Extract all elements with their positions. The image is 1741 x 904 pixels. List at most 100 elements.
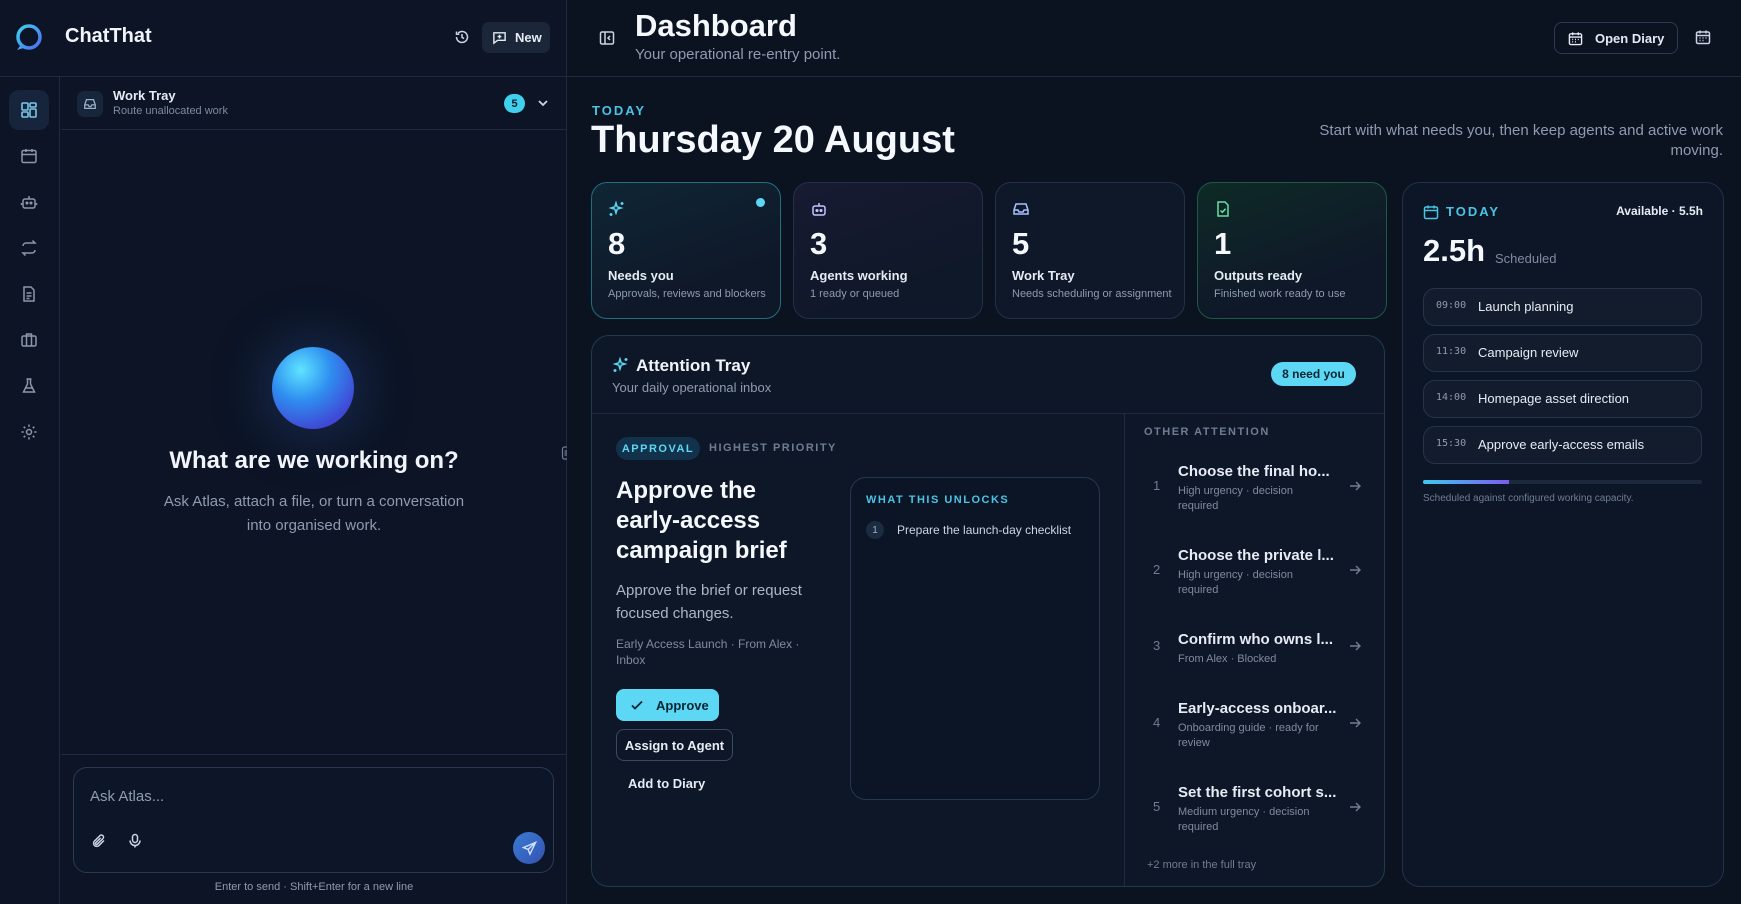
attention-list-item[interactable]: 1 Choose the final ho... High urgency · …: [1144, 463, 1374, 533]
item-meta: Onboarding guide · ready for review: [1178, 722, 1319, 749]
scheduled-hours: 2.5h: [1423, 233, 1486, 268]
arrow-right-icon: [1350, 565, 1361, 575]
attention-list-item[interactable]: 3 Confirm who owns l... From Alex · Bloc…: [1144, 631, 1374, 701]
schedule-slot[interactable]: 15:30 Approve early-access emails: [1423, 426, 1702, 464]
work-tray-selector[interactable]: Work Tray Route unallocated work 5: [61, 77, 567, 130]
item-meta: High urgency · decision required: [1178, 485, 1293, 512]
calendar-icon: [1568, 31, 1583, 45]
page-subtitle: Your operational re-entry point.: [635, 46, 841, 63]
stat-subtext: 1 ready or queued: [810, 288, 900, 300]
item-title: Early-access onboar...: [1178, 700, 1337, 717]
open-diary-button[interactable]: Open Diary: [1554, 22, 1678, 54]
capacity-bar-fill: [1423, 480, 1510, 484]
stat-number: 3: [810, 226, 828, 261]
what-this-unlocks-panel: WHAT THIS UNLOCKS 1 Prepare the launch-d…: [850, 477, 1100, 800]
send-button[interactable]: [513, 832, 545, 864]
calendar-icon[interactable]: [1694, 28, 1712, 46]
approval-badge: APPROVAL: [616, 437, 700, 460]
attention-tray: Attention Tray Your daily operational in…: [591, 335, 1385, 887]
calendar-icon: [1423, 205, 1439, 220]
today-tagline: Start with what needs you, then keep age…: [1319, 122, 1723, 159]
chevron-down-icon[interactable]: [535, 95, 551, 111]
featured-item-meta: Early Access Launch · From Alex · Inbox: [616, 637, 800, 667]
slot-title: Launch planning: [1478, 299, 1574, 314]
slot-time: 11:30: [1436, 346, 1467, 357]
unlock-item: Prepare the launch-day checklist: [897, 523, 1072, 537]
slot-title: Campaign review: [1478, 345, 1579, 360]
attention-list-item[interactable]: 4 Early-access onboar... Onboarding guid…: [1144, 700, 1374, 770]
add-to-diary-button[interactable]: Add to Diary: [628, 776, 705, 791]
inbox-icon: [1013, 203, 1029, 215]
slot-title: Approve early-access emails: [1478, 437, 1645, 452]
item-number: 2: [1153, 562, 1161, 577]
chat-panel: ChatThat New Work Tray Route unallocated…: [0, 0, 567, 904]
history-icon[interactable]: [452, 26, 472, 48]
bot-icon: [812, 203, 826, 216]
nav-calendar-icon[interactable]: [9, 136, 49, 176]
dashboard-header: Dashboard Your operational re-entry poin…: [567, 0, 1741, 77]
attention-list-item[interactable]: 2 Choose the private l... High urgency ·…: [1144, 547, 1374, 617]
inbox-icon: [77, 91, 103, 117]
nav-agents-icon[interactable]: [9, 182, 49, 222]
item-title: Set the first cohort s...: [1178, 784, 1337, 801]
attention-tray-subtitle: Your daily operational inbox: [612, 380, 772, 395]
unlock-number: 1: [866, 521, 884, 539]
schedule-slot[interactable]: 11:30 Campaign review: [1423, 334, 1702, 372]
schedule-slot[interactable]: 14:00 Homepage asset direction: [1423, 380, 1702, 418]
needs-you-badge: 8 need you: [1271, 362, 1356, 386]
item-number: 4: [1153, 715, 1161, 730]
stat-label: Needs you: [608, 268, 674, 283]
capacity-note: Scheduled against configured working cap…: [1423, 493, 1634, 504]
stat-card-work-tray[interactable]: 5 Work Tray Needs scheduling or assignme…: [995, 182, 1185, 319]
open-diary-label: Open Diary: [1595, 30, 1665, 46]
page-title: Dashboard: [635, 8, 797, 43]
paperclip-icon[interactable]: [88, 830, 110, 852]
today-panel-label: TODAY: [1446, 204, 1501, 219]
empty-state-subtitle: Ask Atlas, attach a file, or turn a conv…: [163, 493, 465, 534]
assign-to-agent-button[interactable]: Assign to Agent: [616, 729, 733, 761]
sidebar-toggle-icon[interactable]: [598, 29, 616, 47]
slot-time: 14:00: [1436, 392, 1467, 403]
arrow-right-icon: [1350, 481, 1361, 491]
stat-label: Work Tray: [1012, 268, 1075, 283]
nav-workflows-icon[interactable]: [9, 228, 49, 268]
today-label: TODAY: [592, 103, 647, 118]
nav-documents-icon[interactable]: [9, 274, 49, 314]
approve-button[interactable]: Approve: [616, 689, 719, 721]
item-title: Choose the final ho...: [1178, 463, 1330, 480]
microphone-icon[interactable]: [124, 830, 146, 852]
work-tray-subtitle: Route unallocated work: [113, 105, 228, 117]
capacity-bar: [1423, 480, 1702, 484]
nav-settings-icon[interactable]: [9, 412, 49, 452]
nav-dashboard-icon[interactable]: [9, 90, 49, 130]
today-schedule-panel: TODAY Available · 5.5h 2.5h Scheduled 09…: [1402, 182, 1724, 887]
stat-card-needs-you[interactable]: 8 Needs you Approvals, reviews and block…: [591, 182, 781, 319]
nav-lab-icon[interactable]: [9, 366, 49, 406]
work-tray-title: Work Tray: [113, 88, 176, 103]
more-in-tray-link[interactable]: +2 more in the full tray: [1147, 859, 1256, 871]
ask-atlas-input[interactable]: [90, 784, 530, 808]
featured-item-title: Approve the early-access campaign brief: [616, 477, 787, 564]
nav-portfolio-icon[interactable]: [9, 320, 49, 360]
atlas-orb: [272, 347, 354, 429]
stat-number: 5: [1012, 226, 1030, 261]
stat-card-agents-working[interactable]: 3 Agents working 1 ready or queued: [793, 182, 983, 319]
stat-number: 8: [608, 226, 626, 261]
app-topbar: ChatThat New: [0, 0, 567, 77]
empty-state-title: What are we working on?: [169, 447, 459, 474]
attention-list-item[interactable]: 5 Set the first cohort s... Medium urgen…: [1144, 784, 1374, 854]
new-chat-button[interactable]: New: [482, 22, 550, 53]
slot-title: Homepage asset direction: [1478, 391, 1630, 406]
today-date: Thursday 20 August: [591, 119, 955, 161]
stat-number: 1: [1214, 226, 1232, 261]
item-meta: High urgency · decision required: [1178, 569, 1293, 596]
featured-item-description: Approve the brief or request focused cha…: [616, 582, 802, 622]
stat-card-outputs-ready[interactable]: 1 Outputs ready Finished work ready to u…: [1197, 182, 1387, 319]
check-icon: [631, 700, 643, 710]
stat-subtext: Finished work ready to use: [1214, 288, 1346, 300]
schedule-slot[interactable]: 09:00 Launch planning: [1423, 288, 1702, 326]
dashboard-main: Dashboard Your operational re-entry poin…: [567, 0, 1741, 904]
composer: [73, 767, 554, 873]
scheduled-label: Scheduled: [1495, 251, 1557, 266]
attention-tray-title: Attention Tray: [636, 356, 751, 375]
